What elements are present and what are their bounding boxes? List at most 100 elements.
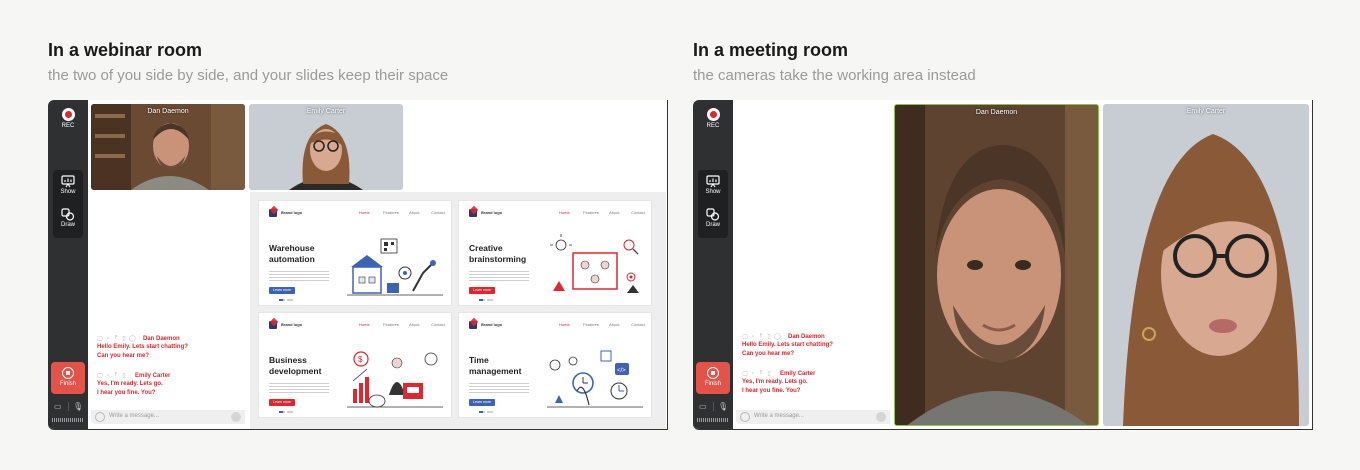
message-input[interactable]: Write a message...: [91, 410, 245, 424]
send-icon[interactable]: [876, 412, 886, 422]
dan-portrait: [91, 104, 245, 190]
chat-author: Emily Carter: [135, 372, 171, 379]
chat-text: Yes, I'm ready. Lets go.: [97, 381, 163, 387]
draw-label: Draw: [60, 222, 75, 228]
pin-icon[interactable]: ⫯: [113, 372, 119, 379]
slide-nav-item: Contact: [631, 210, 645, 215]
slide-button: Learn more: [469, 287, 495, 294]
device-controls: ▭ 🎙: [697, 400, 729, 414]
finish-button[interactable]: Finish: [51, 362, 85, 394]
pin-icon[interactable]: ⫯: [113, 335, 119, 342]
slide-button: Learn more: [269, 287, 295, 294]
video-tile-emily[interactable]: Emily Carter: [1103, 104, 1309, 426]
video-tile-dan[interactable]: Dan Daemon: [894, 104, 1099, 426]
slide-brand: Brand logo: [481, 322, 503, 327]
chat-text: I hear you fine. You?: [97, 390, 156, 396]
chat-message: ▢ ▫ ⫯ ▯ ◯ Dan Daemon Hello Emily. Lets start…: [742, 332, 833, 359]
record-button[interactable]: REC: [55, 108, 81, 129]
show-button[interactable]: Show: [53, 175, 83, 195]
slide-pagination: [479, 299, 493, 301]
slide-title: Time management: [469, 355, 522, 376]
copy-icon[interactable]: ▢: [742, 370, 748, 377]
emoji-icon[interactable]: [740, 412, 750, 422]
slide-brand: Brand logo: [281, 322, 303, 327]
chat-author: Dan Daemon: [788, 333, 825, 340]
send-icon[interactable]: [231, 412, 241, 422]
chat-text: Can you hear me?: [742, 351, 795, 357]
copy-icon[interactable]: ▢: [742, 333, 748, 340]
slide-body-text: [469, 271, 529, 281]
participant-name: Emily Carter: [1186, 108, 1226, 115]
warehouse-illustration: [347, 238, 443, 296]
slide-thumbnail[interactable]: Brand logo Home Features About Contact C…: [458, 200, 652, 306]
message-input[interactable]: Write a message...: [736, 410, 890, 424]
microphone-icon[interactable]: 🎙: [713, 402, 728, 411]
copy-icon[interactable]: ▢: [97, 335, 103, 342]
draw-button[interactable]: Draw: [53, 208, 83, 228]
record-button[interactable]: REC: [700, 108, 726, 129]
video-tile-emily[interactable]: Emily Carter: [249, 104, 403, 190]
slide-body-text: [469, 383, 529, 393]
participant-name: Dan Daemon: [147, 108, 189, 115]
slide-nav-item: Features: [583, 210, 599, 215]
slide-nav-item: Contact: [431, 210, 445, 215]
microphone-icon[interactable]: 🎙: [68, 402, 83, 411]
finish-label: Finish: [704, 381, 721, 387]
slide-thumbnail[interactable]: Brand logo Home Features About Contact W…: [258, 200, 452, 306]
brand-logo-icon: [269, 209, 277, 217]
emily-portrait: [1103, 104, 1309, 426]
finish-button[interactable]: Finish: [696, 362, 730, 394]
stop-icon: [707, 367, 719, 379]
chat-message: ▢ ▫ ⫯ ▯ Emily Carter Yes, I'm ready. Lets g…: [742, 369, 815, 396]
copy-icon[interactable]: ▢: [97, 372, 103, 379]
slide-nav-item: About: [409, 322, 420, 327]
pin-icon[interactable]: ⫯: [758, 370, 764, 377]
webinar-room: REC Show Draw Finish ▭ 🎙 Dan Daemon Emil…: [48, 100, 668, 430]
slide-title: Business development: [269, 355, 322, 376]
draw-label: Draw: [705, 222, 720, 228]
draw-button[interactable]: Draw: [698, 208, 728, 228]
camera-icon[interactable]: ▭: [54, 402, 62, 411]
camera-icon[interactable]: ▭: [699, 402, 707, 411]
shapes-icon: [61, 208, 75, 221]
record-icon: [706, 108, 720, 121]
reply-icon[interactable]: ▯: [121, 372, 127, 379]
time-management-illustration: </>: [547, 350, 643, 408]
slide-pagination: [279, 411, 293, 413]
meeting-heading: In a meeting room: [693, 40, 849, 60]
trash-icon[interactable]: ▫: [105, 336, 111, 342]
emoji-icon[interactable]: [95, 412, 105, 422]
chat-text: I hear you fine. You?: [742, 388, 801, 394]
slide-thumbnail[interactable]: Brand logo Home Features About Contact T…: [458, 312, 652, 418]
slide-nav-item: Home: [359, 210, 370, 215]
brand-logo-icon: [469, 321, 477, 329]
slide-nav-item: Contact: [631, 322, 645, 327]
webinar-subheading: the two of you side by side, and your sl…: [48, 67, 449, 84]
chat-text: Hello Emily. Lets start chatting?: [97, 344, 188, 350]
chat-message: ▢ ▫ ⫯ ▯ Emily Carter Yes, I'm ready. Lets g…: [97, 371, 170, 398]
chat-author: Dan Daemon: [143, 335, 180, 342]
slide-title: Creative brainstorming: [469, 243, 527, 264]
trash-icon[interactable]: ▫: [750, 371, 756, 377]
meeting-subheading: the cameras take the working area instea…: [693, 67, 976, 84]
reply-icon[interactable]: ▯: [766, 370, 772, 377]
presentation-icon: [61, 175, 75, 188]
trash-icon[interactable]: ▫: [750, 334, 756, 340]
slide-nav-item: About: [409, 210, 420, 215]
slide-pagination: [479, 411, 493, 413]
clock-icon[interactable]: ◯: [774, 333, 781, 340]
slide-nav-item: About: [609, 322, 620, 327]
chat-message-header: ▢ ▫ ⫯ ▯ ◯ Dan Daemon: [742, 332, 833, 341]
chat-author: Emily Carter: [780, 370, 816, 377]
slide-thumbnail[interactable]: Brand logo Home Features About Contact B…: [258, 312, 452, 418]
show-button[interactable]: Show: [698, 175, 728, 195]
clock-icon[interactable]: ◯: [129, 335, 136, 342]
slide-nav-item: About: [609, 210, 620, 215]
audio-level-meter: [697, 418, 729, 422]
pin-icon[interactable]: ⫯: [758, 333, 764, 340]
trash-icon[interactable]: ▫: [105, 373, 111, 379]
video-tile-dan[interactable]: Dan Daemon: [91, 104, 245, 190]
reply-icon[interactable]: ▯: [766, 333, 772, 340]
presentation-icon: [706, 175, 720, 188]
reply-icon[interactable]: ▯: [121, 335, 127, 342]
